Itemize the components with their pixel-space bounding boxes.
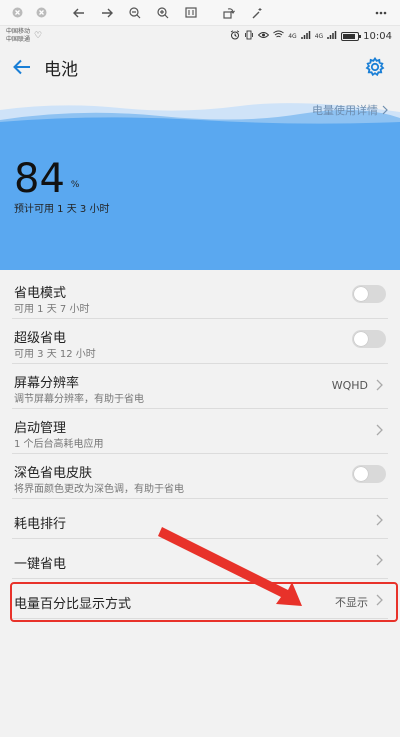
carrier-1: 中国移动 xyxy=(6,28,31,35)
forward-arrow-icon[interactable] xyxy=(96,2,118,24)
network-type-1: 4G xyxy=(288,32,297,40)
row-title: 屏幕分辨率 xyxy=(14,376,80,391)
row-subtitle: 可用 1 天 7 小时 xyxy=(14,304,90,315)
row-title: 省电模式 xyxy=(14,286,67,301)
row-dark-theme[interactable]: 深色省电皮肤 将界面颜色更改为深色调，有助于省电 xyxy=(12,454,388,499)
dark-theme-toggle[interactable] xyxy=(352,465,386,483)
ultra-saving-toggle[interactable] xyxy=(352,330,386,348)
network-type-2: 4G xyxy=(314,32,324,40)
back-button[interactable] xyxy=(2,47,42,87)
minimize-icon[interactable] xyxy=(30,2,52,24)
chevron-right-icon xyxy=(376,379,383,391)
settings-button[interactable] xyxy=(360,52,390,82)
battery-percent-sign: % xyxy=(70,180,80,190)
status-bar: 中国移动 中国联通 ♡ 4G 4G 10:04 xyxy=(0,26,400,46)
signal-2-icon xyxy=(327,30,337,42)
chevron-right-icon xyxy=(376,514,383,526)
usage-details-link[interactable]: 电量使用详情 xyxy=(312,102,388,118)
close-icon[interactable] xyxy=(6,2,28,24)
row-subtitle: 可用 3 天 12 小时 xyxy=(14,349,96,360)
row-title: 超级省电 xyxy=(14,331,67,346)
row-title: 耗电排行 xyxy=(14,517,67,532)
chevron-right-icon xyxy=(376,554,383,566)
toggle-knob xyxy=(354,467,368,481)
rotate-icon[interactable] xyxy=(218,2,240,24)
more-menu-icon[interactable] xyxy=(370,2,392,24)
carrier-labels: 中国移动 中国联通 xyxy=(6,28,30,44)
row-title: 启动管理 xyxy=(14,421,67,436)
row-one-tap-optimize[interactable]: 一键省电 xyxy=(12,539,388,579)
zoom-in-icon[interactable] xyxy=(152,2,174,24)
carrier-2: 中国联通 xyxy=(6,36,31,43)
battery-percent: 84 % xyxy=(14,158,79,200)
row-title: 深色省电皮肤 xyxy=(14,466,93,481)
chevron-right-icon xyxy=(382,105,388,115)
row-title: 一键省电 xyxy=(14,557,67,572)
toggle-knob xyxy=(354,287,368,301)
gear-icon xyxy=(365,57,385,77)
back-arrow-icon xyxy=(13,59,30,75)
vibrate-icon xyxy=(244,30,254,43)
battery-panel: 电量使用详情 84 % 预计可用 1 天 3 小时 xyxy=(0,100,400,270)
row-startup-management[interactable]: 启动管理 1 个后台高耗电应用 xyxy=(12,409,388,454)
eye-icon xyxy=(258,31,270,42)
battery-level-fill xyxy=(343,33,355,39)
usage-details-label: 电量使用详情 xyxy=(312,104,378,117)
toggle-knob xyxy=(354,332,368,346)
settings-list: 省电模式 可用 1 天 7 小时 超级省电 可用 3 天 12 小时 屏幕分辨率… xyxy=(0,274,400,619)
power-saving-toggle[interactable] xyxy=(352,285,386,303)
alarm-icon xyxy=(230,29,240,43)
row-screen-resolution[interactable]: 屏幕分辨率 调节屏幕分辨率，有助于省电 WQHD xyxy=(12,364,388,409)
heart-icon: ♡ xyxy=(34,31,43,41)
row-power-consumption-ranking[interactable]: 耗电排行 xyxy=(12,499,388,539)
battery-estimate: 预计可用 1 天 3 小时 xyxy=(14,204,110,215)
clock: 10:04 xyxy=(363,30,392,42)
wifi-icon xyxy=(273,30,285,42)
row-ultra-power-saving[interactable]: 超级省电 可用 3 天 12 小时 xyxy=(12,319,388,364)
chevron-right-icon xyxy=(376,424,383,436)
magic-wand-icon[interactable] xyxy=(246,2,268,24)
resolution-value: WQHD xyxy=(331,379,368,392)
row-subtitle: 将界面颜色更改为深色调，有助于省电 xyxy=(14,484,184,495)
viewer-toolbar xyxy=(0,0,400,26)
fit-icon[interactable] xyxy=(180,2,202,24)
page-title: 电池 xyxy=(44,59,78,80)
signal-1-icon xyxy=(300,30,311,42)
zoom-out-icon[interactable] xyxy=(124,2,146,24)
highlight-box xyxy=(10,582,398,622)
app-header: 电池 xyxy=(0,46,400,88)
back-arrow-icon[interactable] xyxy=(68,2,90,24)
battery-icon xyxy=(341,31,362,41)
row-power-saving-mode[interactable]: 省电模式 可用 1 天 7 小时 xyxy=(12,274,388,319)
battery-percent-value: 84 xyxy=(14,156,65,202)
row-subtitle: 1 个后台高耗电应用 xyxy=(14,439,104,450)
row-subtitle: 调节屏幕分辨率，有助于省电 xyxy=(14,394,144,405)
